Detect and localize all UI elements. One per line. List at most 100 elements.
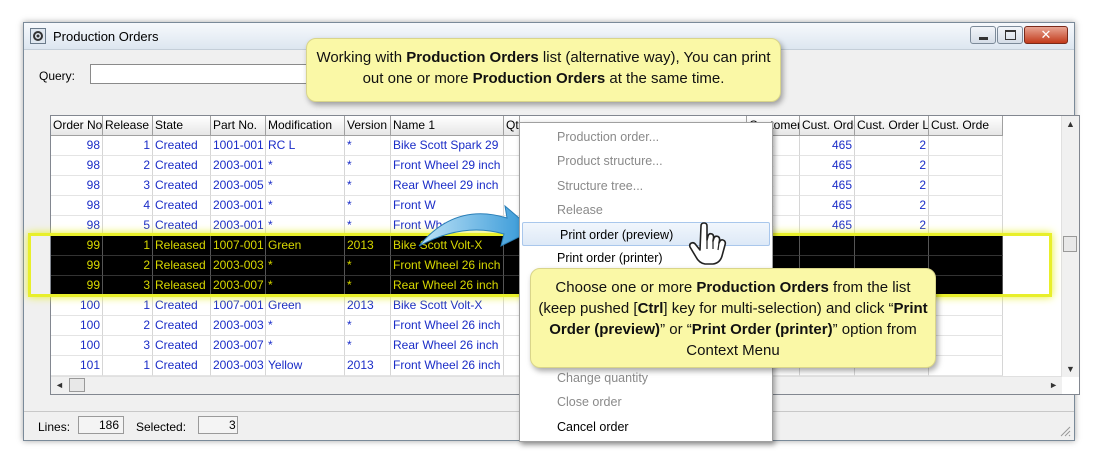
- cell-name: Rear Wheel 26 inch: [391, 336, 504, 356]
- scroll-left-icon[interactable]: ◄: [55, 380, 64, 390]
- close-button[interactable]: ✕: [1024, 26, 1068, 44]
- vertical-scroll-thumb[interactable]: [1063, 236, 1077, 252]
- cell-mod: *: [266, 216, 345, 236]
- cell-empty: [929, 176, 1003, 196]
- cell-empty: [504, 336, 520, 356]
- query-input[interactable]: [90, 64, 320, 84]
- cell-state: Created: [153, 356, 211, 376]
- cell-cust-order: 465: [800, 176, 855, 196]
- context-menu-item-change-quantity[interactable]: Change quantity: [520, 366, 772, 390]
- cell-empty: [929, 276, 1003, 296]
- minimize-icon: [971, 27, 995, 43]
- pointer-arrow-icon: [418, 204, 534, 247]
- cell-release: 1: [103, 356, 153, 376]
- cell-order: 100: [51, 316, 103, 336]
- column-header[interactable]: Order No.: [51, 116, 103, 136]
- callout-bottom-text-3: ] key for multi-selection) and click “: [663, 300, 894, 317]
- cell-part: 2003-005: [211, 176, 266, 196]
- maximize-button[interactable]: [997, 26, 1023, 44]
- cell-version: *: [345, 216, 391, 236]
- column-header[interactable]: State: [153, 116, 211, 136]
- minimize-button[interactable]: [970, 26, 996, 44]
- cell-empty: [929, 216, 1003, 236]
- context-menu-item-production-order[interactable]: Production order...: [520, 125, 772, 149]
- cell-name: Front Wheel 26 inch: [391, 256, 504, 276]
- cell-order: 98: [51, 136, 103, 156]
- cell-order: 98: [51, 216, 103, 236]
- maximize-icon: [998, 27, 1022, 43]
- cell-state: Released: [153, 256, 211, 276]
- cell-empty: [504, 296, 520, 316]
- callout-bottom-bold-2: Ctrl: [637, 300, 664, 317]
- cell-mod: *: [266, 176, 345, 196]
- cell-cust-order: 465: [800, 156, 855, 176]
- scroll-up-icon[interactable]: ▲: [1066, 119, 1075, 129]
- cell-version: 2013: [345, 296, 391, 316]
- callout-top-bold-1: Production Orders: [406, 49, 539, 66]
- cell-cust-line: 2: [855, 216, 929, 236]
- column-header[interactable]: Version: [345, 116, 391, 136]
- cell-cust-order: 465: [800, 196, 855, 216]
- scroll-right-icon[interactable]: ►: [1049, 380, 1058, 390]
- callout-bottom-bold-1: Production Orders: [696, 279, 829, 296]
- column-header[interactable]: Modification: [266, 116, 345, 136]
- column-header[interactable]: Release: [103, 116, 153, 136]
- column-header[interactable]: Cust. Order L: [855, 116, 929, 136]
- callout-top-text-3: at the same time.: [605, 70, 725, 87]
- vertical-scrollbar[interactable]: ▲ ▼: [1061, 116, 1079, 377]
- cell-cust-order: [800, 236, 855, 256]
- cell-release: 3: [103, 176, 153, 196]
- cell-empty: [504, 276, 520, 296]
- cell-release: 2: [103, 156, 153, 176]
- cell-release: 3: [103, 276, 153, 296]
- cell-version: *: [345, 316, 391, 336]
- query-label: Query:: [39, 69, 76, 83]
- cell-state: Created: [153, 136, 211, 156]
- cell-state: Created: [153, 196, 211, 216]
- cell-name: Front Wheel 29 inch: [391, 156, 504, 176]
- cell-cust-line: [855, 236, 929, 256]
- cell-version: *: [345, 196, 391, 216]
- column-header[interactable]: Cust. Orde: [929, 116, 1003, 136]
- cell-part: 2003-007: [211, 336, 266, 356]
- cell-empty: [504, 136, 520, 156]
- column-header[interactable]: Part No.: [211, 116, 266, 136]
- context-menu-item-print-order-printer[interactable]: Print order (printer): [520, 246, 772, 270]
- cell-part: 1007-001: [211, 236, 266, 256]
- column-header[interactable]: Name 1: [391, 116, 504, 136]
- cell-state: Created: [153, 316, 211, 336]
- cell-mod: Yellow: [266, 356, 345, 376]
- cell-empty: [929, 316, 1003, 336]
- cell-state: Released: [153, 236, 211, 256]
- column-header[interactable]: Cust. Order: [800, 116, 855, 136]
- context-menu-item-cancel-order[interactable]: Cancel order: [520, 415, 772, 439]
- selected-count: 3: [198, 416, 238, 434]
- cell-empty: [504, 176, 520, 196]
- cell-empty: [929, 236, 1003, 256]
- cell-empty: [929, 296, 1003, 316]
- cell-state: Created: [153, 156, 211, 176]
- selected-label: Selected:: [136, 420, 187, 434]
- cell-cust-line: 2: [855, 136, 929, 156]
- cell-state: Created: [153, 336, 211, 356]
- cell-part: 1001-001: [211, 136, 266, 156]
- resize-grip-icon[interactable]: [1059, 425, 1071, 437]
- horizontal-scroll-thumb[interactable]: [69, 378, 85, 392]
- context-menu-item-product-structure[interactable]: Product structure...: [520, 149, 772, 173]
- cell-empty: [929, 256, 1003, 276]
- cell-cust-order: 465: [800, 216, 855, 236]
- column-header[interactable]: Qt: [504, 116, 520, 136]
- scroll-down-icon[interactable]: ▼: [1066, 364, 1075, 374]
- cell-release: 2: [103, 316, 153, 336]
- cell-release: 5: [103, 216, 153, 236]
- context-menu-item-release[interactable]: Release: [520, 198, 772, 222]
- cell-name: Rear Wheel 26 inch: [391, 276, 504, 296]
- cell-version: *: [345, 156, 391, 176]
- cell-empty: [504, 316, 520, 336]
- context-menu-item-structure-tree[interactable]: Structure tree...: [520, 174, 772, 198]
- context-menu-item-close-order[interactable]: Close order: [520, 390, 772, 414]
- cell-state: Created: [153, 176, 211, 196]
- cell-empty: [929, 356, 1003, 376]
- close-icon: ✕: [1040, 27, 1052, 42]
- context-menu-item-print-order-preview[interactable]: Print order (preview): [522, 222, 770, 246]
